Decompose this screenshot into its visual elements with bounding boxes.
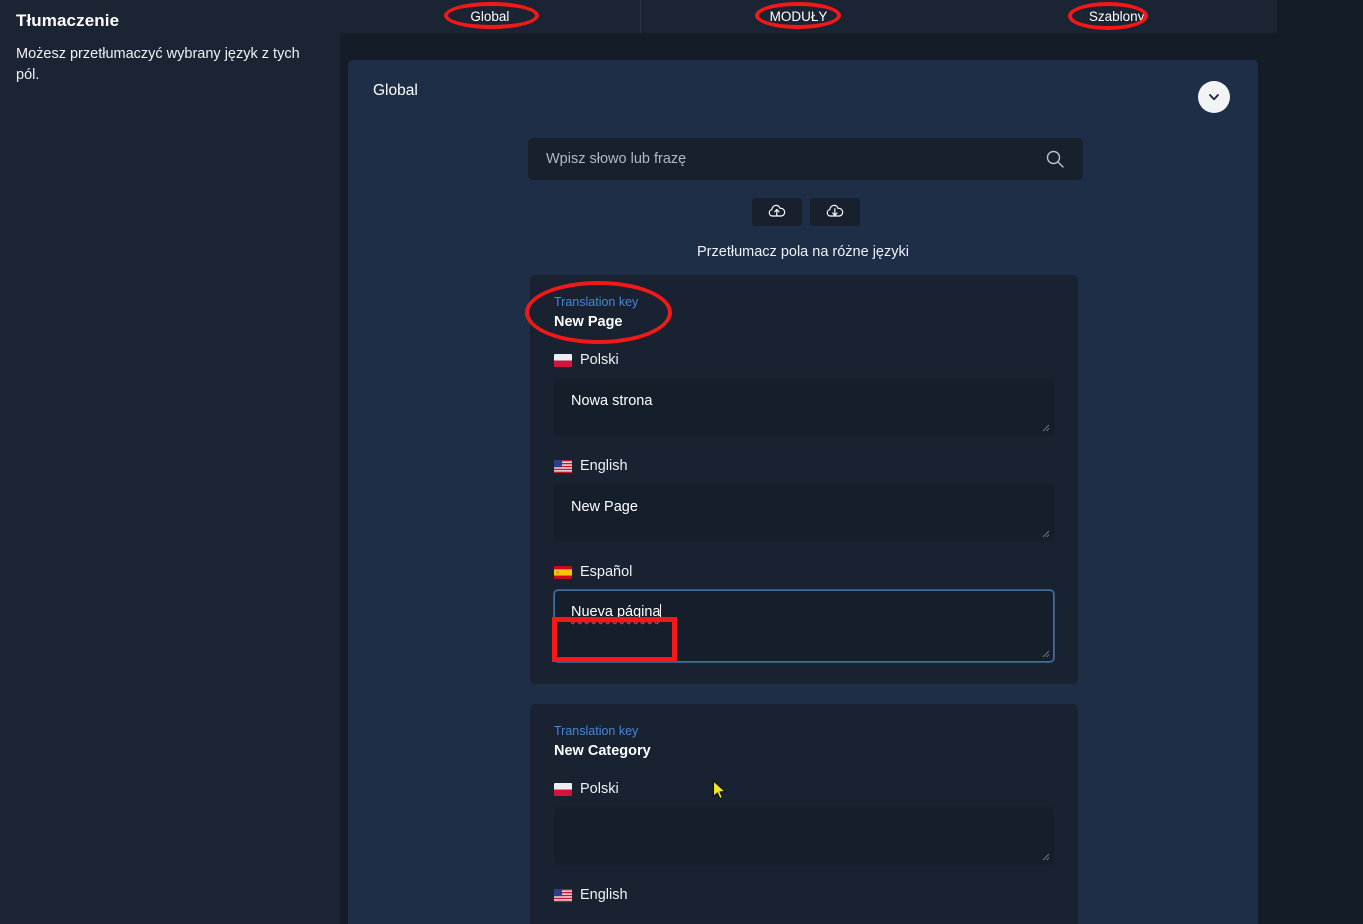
flag-us-icon bbox=[554, 459, 572, 473]
language-label: English bbox=[580, 887, 628, 903]
flag-es-icon bbox=[554, 565, 572, 579]
translation-input-wrap bbox=[554, 484, 1054, 542]
translation-input-es[interactable] bbox=[554, 590, 1054, 662]
language-label: Polski bbox=[580, 352, 619, 368]
panel-header: Global bbox=[348, 60, 1258, 128]
tab-bar: Global MODUŁY Szablony bbox=[340, 0, 1277, 33]
tab-szablony[interactable]: Szablony bbox=[956, 0, 1277, 33]
text-caret bbox=[660, 604, 661, 622]
tab-global-label: Global bbox=[470, 9, 510, 24]
translation-input-wrap: Nueva página bbox=[554, 590, 1054, 662]
language-label: Español bbox=[580, 564, 633, 580]
translation-input-wrap bbox=[554, 807, 1054, 865]
sidebar: Tłumaczenie Możesz przetłumaczyć wybrany… bbox=[0, 0, 340, 924]
language-label: English bbox=[580, 458, 628, 474]
language-row: English bbox=[554, 458, 1054, 474]
translation-input-pl[interactable] bbox=[554, 378, 1054, 436]
cloud-download-icon bbox=[825, 202, 845, 223]
page-title: Tłumaczenie bbox=[16, 11, 120, 30]
sidebar-description: Możesz przetłumaczyć wybrany język z tyc… bbox=[16, 46, 300, 83]
language-row: Español bbox=[554, 564, 1054, 580]
search-input[interactable] bbox=[528, 138, 1083, 180]
arrow-cursor bbox=[712, 780, 726, 800]
tab-moduly[interactable]: MODUŁY bbox=[641, 0, 957, 33]
translation-input-pl[interactable] bbox=[554, 807, 1054, 865]
cloud-download-button[interactable] bbox=[810, 198, 860, 226]
translation-key-value: New Category bbox=[554, 743, 651, 759]
search-icon[interactable] bbox=[1045, 149, 1065, 169]
language-label: Polski bbox=[580, 781, 619, 797]
chevron-down-icon[interactable] bbox=[1198, 81, 1230, 113]
language-row: Polski bbox=[554, 781, 1054, 797]
translation-input-en[interactable] bbox=[554, 484, 1054, 542]
cloud-actions bbox=[752, 198, 860, 226]
app-root: Tłumaczenie Możesz przetłumaczyć wybrany… bbox=[0, 0, 1363, 924]
translation-key-label: Translation key bbox=[554, 724, 639, 738]
tab-global[interactable]: Global bbox=[340, 0, 640, 33]
translation-card: Translation key New Category Polski Engl… bbox=[530, 704, 1078, 924]
translation-card: Translation key New Page Polski Nowa str… bbox=[530, 275, 1078, 684]
language-row: English bbox=[554, 887, 1054, 903]
tab-moduly-label: MODUŁY bbox=[769, 9, 828, 24]
tab-szablony-label: Szablony bbox=[1088, 9, 1145, 24]
translation-input-wrap bbox=[554, 378, 1054, 436]
search-field bbox=[528, 138, 1083, 180]
flag-pl-icon bbox=[554, 782, 572, 796]
translate-hint: Przetłumacz pola na różne języki bbox=[697, 244, 909, 260]
translation-cards: Translation key New Page Polski Nowa str… bbox=[530, 275, 1078, 924]
translation-key-label: Translation key bbox=[554, 295, 639, 309]
sidebar-divider bbox=[1358, 0, 1363, 924]
flag-us-icon bbox=[554, 888, 572, 902]
language-row: Polski bbox=[554, 352, 1054, 368]
cloud-upload-icon bbox=[767, 202, 787, 223]
cloud-upload-button[interactable] bbox=[752, 198, 802, 226]
flag-pl-icon bbox=[554, 353, 572, 367]
panel-title: Global bbox=[373, 82, 418, 99]
global-panel: Global Wpisz słowo lub frazę Przetłumacz… bbox=[348, 60, 1258, 924]
translation-key-value: New Page bbox=[554, 314, 623, 330]
